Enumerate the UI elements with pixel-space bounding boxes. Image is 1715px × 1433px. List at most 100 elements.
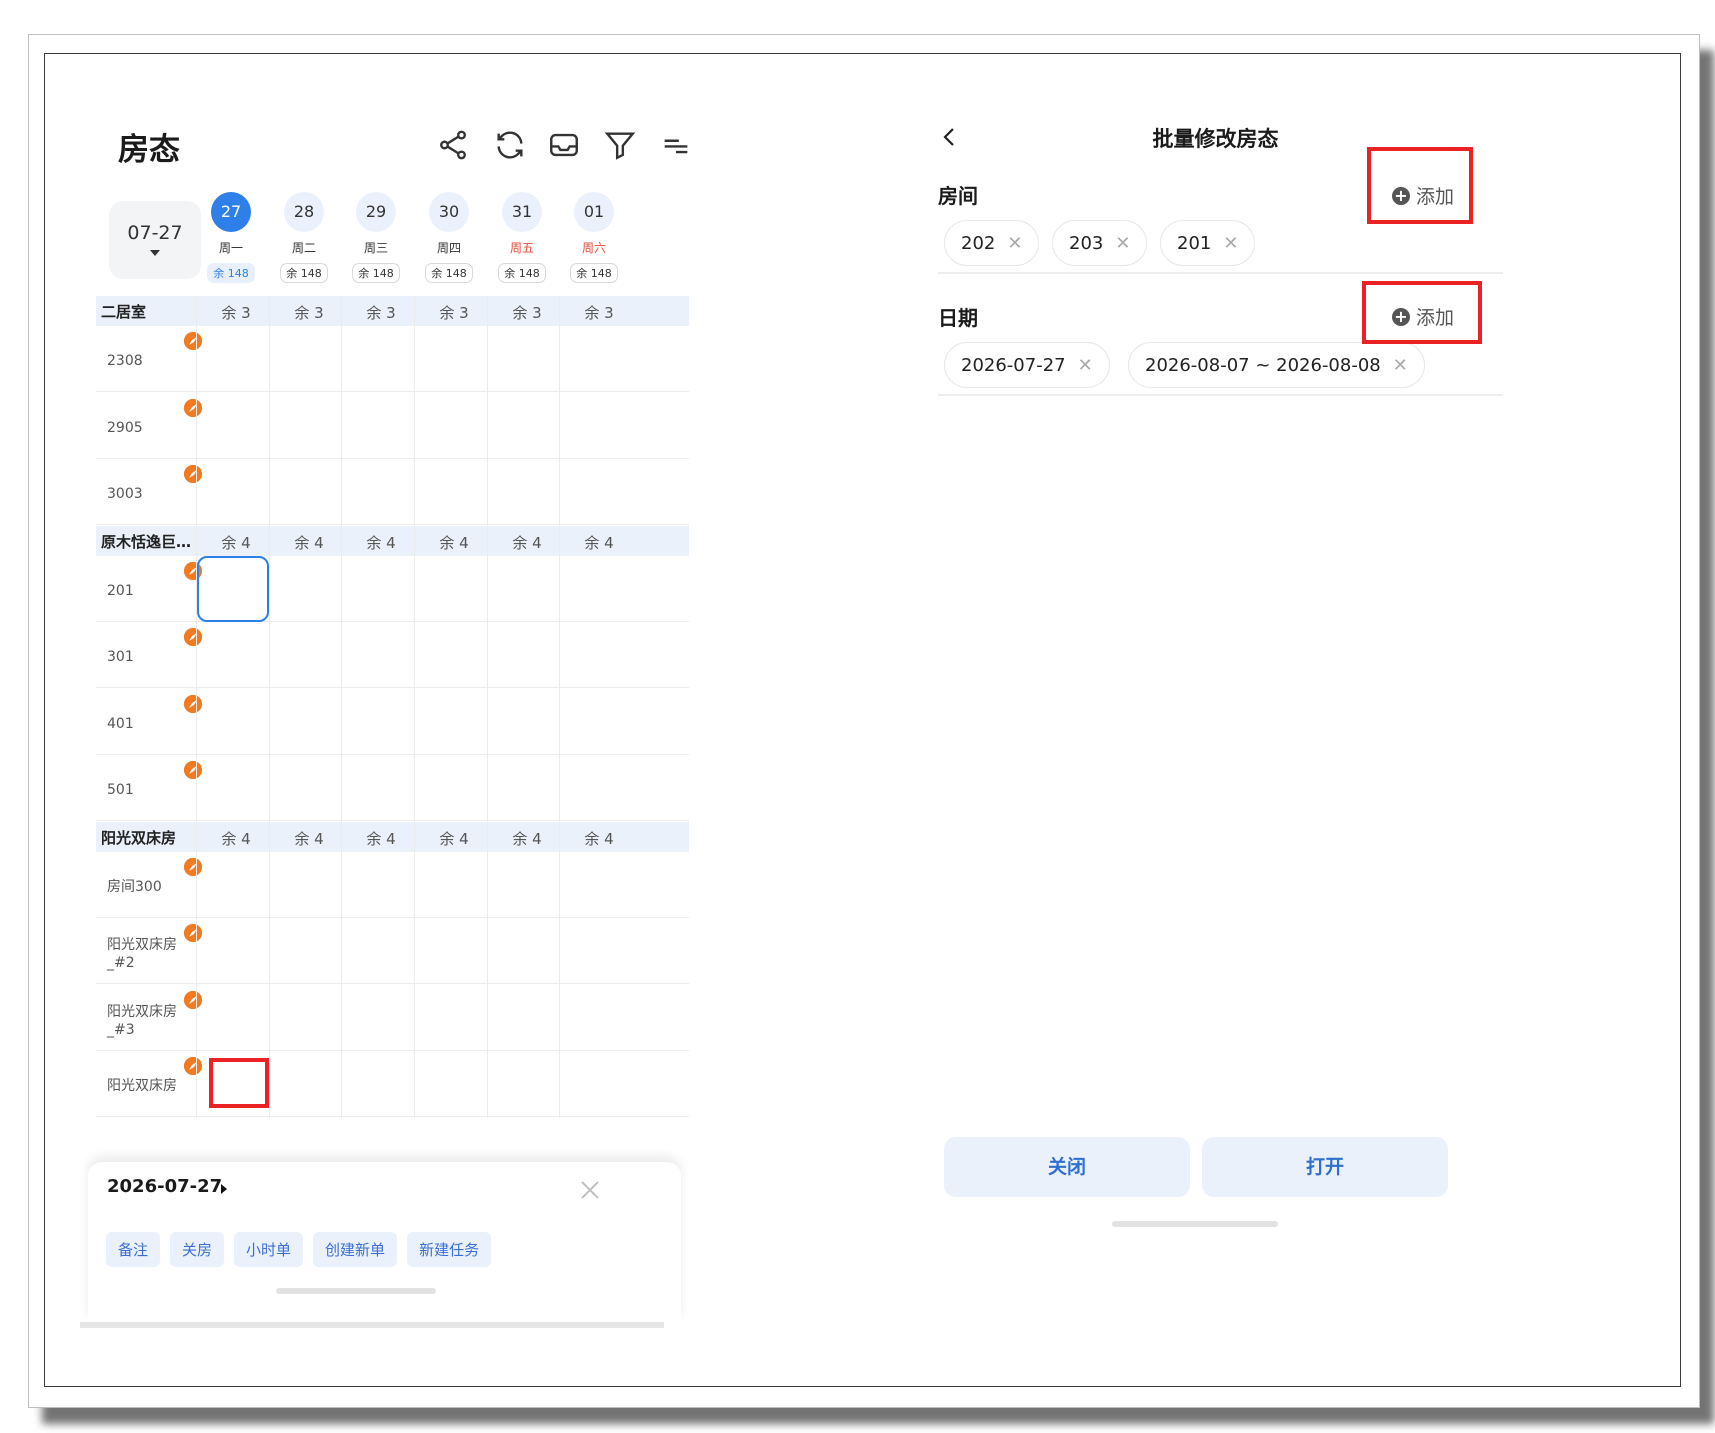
- toolbar: [393, 128, 733, 168]
- close-status-button[interactable]: 关闭: [944, 1137, 1190, 1197]
- hourly-order-button[interactable]: 小时单: [234, 1232, 304, 1267]
- menu-icon[interactable]: [659, 128, 693, 162]
- remaining-count: 余 4: [439, 533, 469, 552]
- room-name: 阳光双床房 _#3: [107, 1003, 177, 1038]
- remaining-count: 余 4: [584, 829, 614, 848]
- remaining-count-badge: 余 148: [352, 263, 400, 283]
- room-name: 201: [107, 582, 134, 599]
- divider: [938, 272, 1503, 274]
- compass-icon: [184, 761, 202, 779]
- remaining-count: 余 3: [294, 304, 324, 322]
- weekday-label: 周六: [581, 241, 606, 255]
- close-room-button[interactable]: 关房: [170, 1232, 225, 1267]
- remaining-count: 余 4: [439, 829, 469, 848]
- remove-icon[interactable]: ✕: [1223, 233, 1238, 254]
- sheet-handle[interactable]: [276, 1288, 436, 1294]
- date-tag[interactable]: 2026-08-07 ~ 2026-08-08 ✕: [1128, 342, 1425, 388]
- room-tag[interactable]: 202 ✕: [944, 220, 1040, 266]
- remaining-count: 余 4: [584, 533, 614, 552]
- grid-column-line: [196, 296, 197, 1118]
- room-type-row[interactable]: 二居室 余 3 余 3 余 3 余 3 余 3 余 3: [96, 296, 689, 326]
- day-number: 01: [574, 192, 614, 232]
- remove-icon[interactable]: ✕: [1393, 355, 1408, 376]
- day-number: 27: [211, 192, 251, 232]
- compass-icon: [184, 628, 202, 646]
- remaining-count: 余 4: [366, 533, 396, 552]
- close-icon[interactable]: [578, 1178, 602, 1202]
- tag-label: 202: [961, 232, 996, 254]
- share-icon[interactable]: [436, 128, 470, 162]
- room-row[interactable]: 301: [96, 622, 689, 688]
- day-number: 30: [429, 192, 469, 232]
- sheet-actions: 备注 关房 小时单 创建新单 新建任务: [106, 1232, 492, 1267]
- date-picker[interactable]: 07-27: [109, 201, 201, 279]
- remove-icon[interactable]: ✕: [1007, 233, 1022, 254]
- weekday-label: 周一: [218, 241, 243, 255]
- highlight-box-add-room: [1367, 147, 1473, 224]
- divider: [938, 394, 1503, 396]
- tag-label: 203: [1069, 232, 1104, 254]
- date-tag[interactable]: 2026-07-27 ✕: [944, 342, 1110, 388]
- remaining-count: 余 3: [512, 304, 542, 322]
- new-task-button[interactable]: 新建任务: [407, 1232, 492, 1267]
- room-name: 阳光双床房 _#2: [107, 937, 177, 971]
- inbox-icon[interactable]: [547, 128, 581, 162]
- room-type-row[interactable]: 原木恬逸巨… 余 4 余 4 余 4 余 4 余 4 余 4: [96, 525, 689, 556]
- room-tag[interactable]: 203 ✕: [1052, 220, 1148, 266]
- remaining-count-badge: 余 148: [280, 263, 328, 283]
- grid-column-line: [341, 296, 342, 1118]
- date-column-header[interactable]: 29 周三余 148: [336, 188, 416, 296]
- note-button[interactable]: 备注: [106, 1232, 161, 1267]
- room-tag[interactable]: 201 ✕: [1160, 220, 1256, 266]
- room-row[interactable]: 房间300: [96, 852, 689, 918]
- date-column-header[interactable]: 31 周五余 148: [482, 188, 562, 296]
- room-row[interactable]: 2308: [96, 326, 689, 392]
- highlight-box-add-date: [1362, 281, 1482, 344]
- room-row[interactable]: 401: [96, 689, 689, 755]
- room-row[interactable]: 阳光双床房 _#3: [96, 985, 689, 1051]
- open-status-button[interactable]: 打开: [1202, 1137, 1448, 1197]
- room-row[interactable]: 501: [96, 755, 689, 821]
- room-row[interactable]: 201: [96, 556, 689, 622]
- filter-icon[interactable]: [603, 128, 637, 162]
- room-row[interactable]: 阳光双床房: [96, 1051, 689, 1117]
- room-name: 2308: [107, 353, 143, 369]
- room-name: 2905: [107, 419, 143, 436]
- remaining-count: 余 4: [366, 829, 396, 848]
- room-row[interactable]: 阳光双床房 _#2: [96, 918, 689, 984]
- room-type-row[interactable]: 阳光双床房 余 4 余 4 余 4 余 4 余 4 余 4: [96, 821, 689, 852]
- batch-edit-panel: 批量修改房态 房间 + 添加 202 ✕ 203 ✕ 201 ✕ 日期 + 添加 2026…: [938, 110, 1630, 1360]
- room-name: 阳光双床房: [107, 1078, 177, 1094]
- triangle-right-icon[interactable]: [221, 1184, 227, 1194]
- home-indicator: [1112, 1221, 1278, 1227]
- page-title: 房态: [118, 132, 180, 168]
- date-column-header[interactable]: 01 周六余 148: [554, 188, 634, 296]
- room-type-name: 阳光双床房: [101, 828, 177, 847]
- selected-cell[interactable]: [197, 555, 269, 622]
- weekday-label: 周二: [291, 241, 316, 255]
- date-column-header[interactable]: 30 周四余 148: [409, 188, 489, 296]
- remaining-count-badge: 余 148: [425, 263, 473, 283]
- room-name: 501: [107, 782, 134, 798]
- date-column-header[interactable]: 28 周二余 148: [264, 188, 344, 296]
- refresh-icon[interactable]: [493, 128, 527, 162]
- date-column-header[interactable]: 27 周一余 148: [191, 188, 271, 296]
- remaining-count: 余 4: [294, 533, 324, 552]
- grid-column-line: [269, 296, 270, 1118]
- remaining-count: 余 3: [221, 304, 251, 322]
- day-number: 29: [356, 192, 396, 232]
- compass-icon: [184, 1057, 202, 1075]
- remove-icon[interactable]: ✕: [1078, 355, 1093, 376]
- day-number: 28: [284, 192, 324, 232]
- room-name: 3003: [107, 486, 143, 502]
- room-row[interactable]: 3003: [96, 459, 689, 525]
- room-type-name: 原木恬逸巨…: [101, 532, 192, 551]
- grid-column-line: [487, 296, 488, 1118]
- create-order-button[interactable]: 创建新单: [313, 1232, 398, 1267]
- compass-icon: [184, 398, 202, 417]
- room-row[interactable]: 2905: [96, 393, 689, 459]
- remove-icon[interactable]: ✕: [1115, 233, 1130, 254]
- weekday-label: 周五: [509, 241, 534, 255]
- room-type-name: 二居室: [101, 303, 147, 321]
- grid-column-line: [559, 296, 560, 1118]
